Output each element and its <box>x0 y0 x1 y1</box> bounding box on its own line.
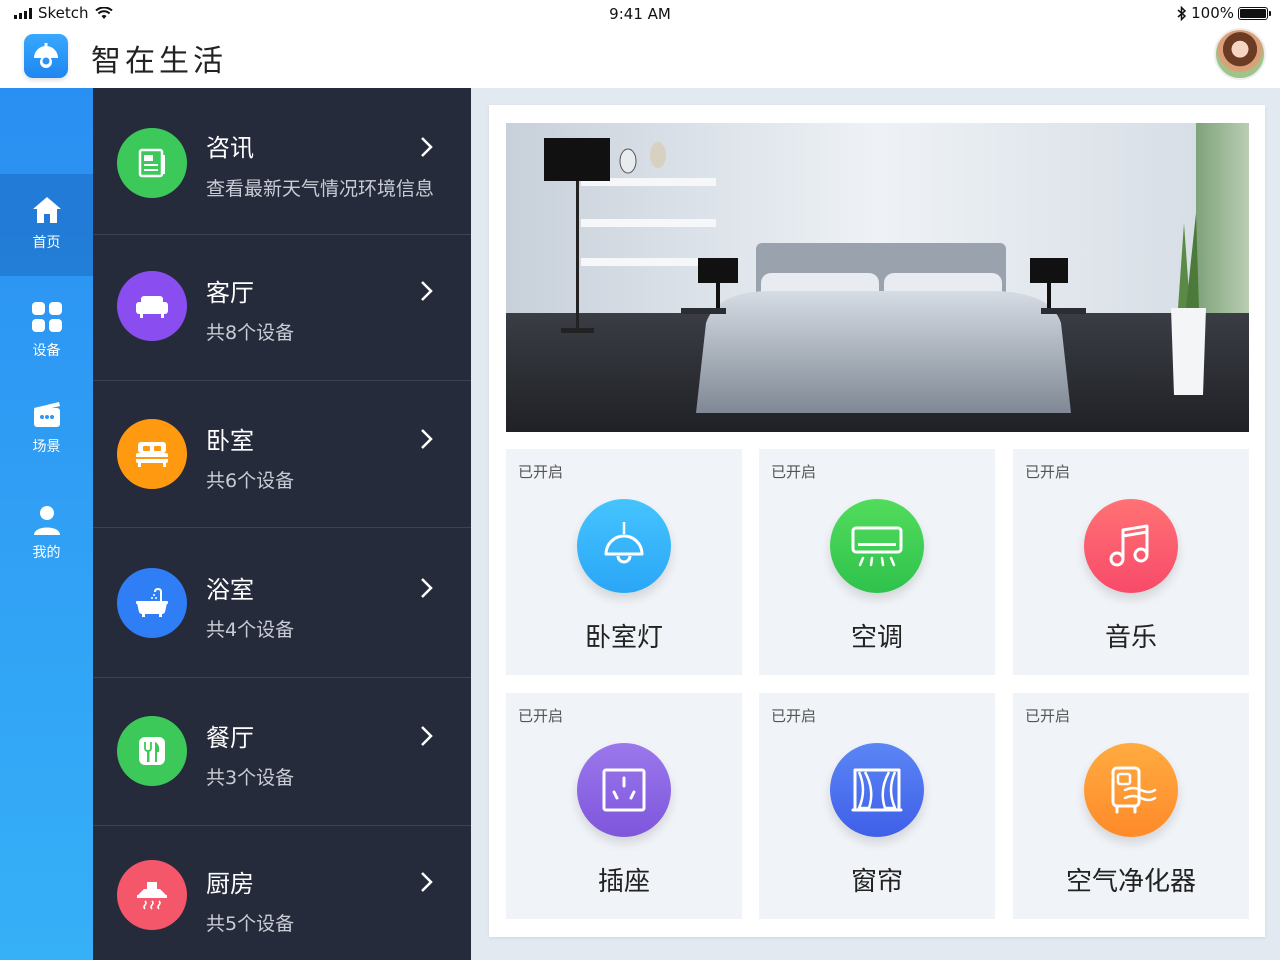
room-subtitle: 共4个设备 <box>206 619 295 641</box>
air-purifier-icon <box>1084 743 1178 837</box>
bed-icon <box>117 419 187 489</box>
room-subtitle: 共6个设备 <box>206 470 295 492</box>
device-label: 卧室灯 <box>584 623 663 653</box>
list-item-dining-room[interactable]: 餐厅 共3个设备 <box>93 678 471 826</box>
bedroom-photo <box>506 123 1249 432</box>
room-title: 厨房 <box>206 870 254 898</box>
app-title: 智在生活 <box>91 44 227 79</box>
air-conditioner-icon <box>830 499 924 593</box>
clock: 9:41 AM <box>609 5 671 23</box>
battery-icon <box>1238 6 1271 20</box>
chevron-right-icon <box>421 578 433 598</box>
home-icon <box>32 197 61 223</box>
room-title: 客厅 <box>206 279 254 307</box>
device-tile-socket[interactable]: 已开启 插座 <box>506 693 742 919</box>
bathtub-icon <box>117 568 187 638</box>
user-avatar[interactable] <box>1214 28 1266 80</box>
bluetooth-icon <box>1177 5 1187 21</box>
room-title: 餐厅 <box>206 724 254 752</box>
chevron-right-icon <box>421 726 433 746</box>
list-item-living-room[interactable]: 客厅 共8个设备 <box>93 235 471 381</box>
device-tile-air-purifier[interactable]: 已开启 空气净化器 <box>1013 693 1249 919</box>
room-list: 咨讯 查看最新天气情况环境信息 客厅 共8个设备 卧室 共6个设备 浴室 共4个… <box>93 88 471 960</box>
scene-icon <box>33 402 60 427</box>
room-title: 浴室 <box>206 576 254 604</box>
nav-label: 场景 <box>32 439 61 455</box>
device-tile-music[interactable]: 已开启 音乐 <box>1013 449 1249 675</box>
status-bar: Sketch 9:41 AM 100% <box>0 0 1280 26</box>
nav-item-home[interactable]: 首页 <box>0 174 93 276</box>
device-tile-bedroom-light[interactable]: 已开启 卧室灯 <box>506 449 742 675</box>
room-subtitle: 共3个设备 <box>206 767 295 789</box>
chevron-right-icon <box>421 281 433 301</box>
sofa-icon <box>117 271 187 341</box>
chevron-right-icon <box>421 137 433 157</box>
curtain-icon <box>830 743 924 837</box>
dining-icon <box>117 716 187 786</box>
list-item-kitchen[interactable]: 厨房 共5个设备 <box>93 826 471 960</box>
nav-item-me[interactable]: 我的 <box>0 484 93 586</box>
device-label: 空调 <box>850 623 903 653</box>
device-state: 已开启 <box>771 707 817 725</box>
room-subtitle: 查看最新天气情况环境信息 <box>206 178 435 200</box>
room-title: 卧室 <box>206 427 254 455</box>
device-state: 已开启 <box>771 463 817 481</box>
person-icon <box>33 506 60 535</box>
chevron-right-icon <box>421 429 433 449</box>
nav-item-scenes[interactable]: 场景 <box>0 380 93 482</box>
device-label: 窗帘 <box>850 867 903 897</box>
socket-icon <box>577 743 671 837</box>
device-state: 已开启 <box>518 463 564 481</box>
music-note-icon <box>1084 499 1178 593</box>
device-state: 已开启 <box>1025 463 1071 481</box>
list-item-bathroom[interactable]: 浴室 共4个设备 <box>93 528 471 678</box>
device-panel: 已开启 卧室灯 已开启 空调 已开启 音乐 已开启 插座 已开启 窗帘 已开启 … <box>489 105 1265 937</box>
list-item-bedroom[interactable]: 卧室 共6个设备 <box>93 381 471 528</box>
sidebar-nav: 首页 设备 场景 我的 <box>0 88 93 960</box>
nav-item-devices[interactable]: 设备 <box>0 280 93 382</box>
room-subtitle: 共5个设备 <box>206 913 295 935</box>
device-tile-curtain[interactable]: 已开启 窗帘 <box>759 693 995 919</box>
battery-percent: 100% <box>1191 4 1234 22</box>
nav-label: 我的 <box>32 545 61 561</box>
pendant-lamp-icon <box>577 499 671 593</box>
device-label: 空气净化器 <box>1065 867 1196 897</box>
lamp-icon[interactable] <box>24 34 68 78</box>
list-item-news[interactable]: 咨讯 查看最新天气情况环境信息 <box>93 88 471 235</box>
device-state: 已开启 <box>518 707 564 725</box>
device-tile-air-conditioner[interactable]: 已开启 空调 <box>759 449 995 675</box>
room-subtitle: 共8个设备 <box>206 322 295 344</box>
news-icon <box>117 128 187 198</box>
device-label: 音乐 <box>1104 623 1157 653</box>
app-header: 智在生活 <box>0 26 1280 88</box>
nav-label: 首页 <box>32 235 61 251</box>
range-hood-icon <box>117 860 187 930</box>
chevron-right-icon <box>421 872 433 892</box>
room-title: 咨讯 <box>206 134 254 162</box>
device-label: 插座 <box>597 867 650 897</box>
grid-icon <box>31 302 62 332</box>
device-state: 已开启 <box>1025 707 1071 725</box>
nav-label: 设备 <box>32 343 61 359</box>
main-content: 已开启 卧室灯 已开启 空调 已开启 音乐 已开启 插座 已开启 窗帘 已开启 … <box>471 88 1280 960</box>
